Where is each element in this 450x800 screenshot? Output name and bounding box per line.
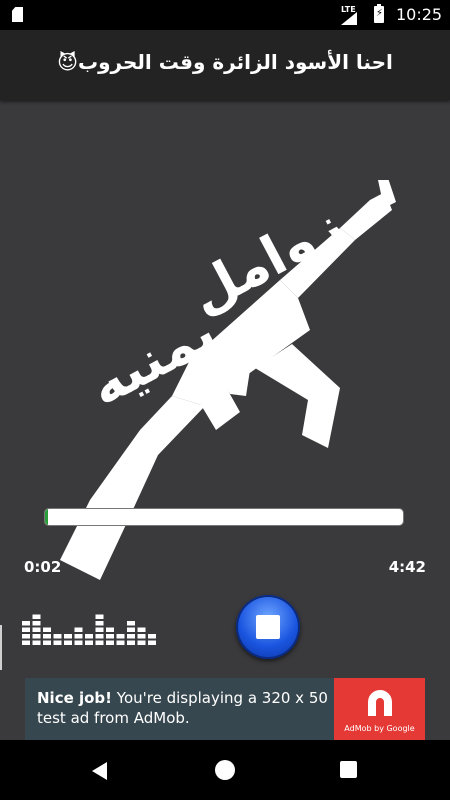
- equalizer-segment: [148, 634, 156, 639]
- equalizer-segment: [22, 634, 30, 639]
- equalizer-segment: [74, 640, 83, 645]
- equalizer-segment: [74, 627, 83, 632]
- equalizer-segment: [116, 634, 125, 639]
- equalizer-segment: [22, 621, 30, 626]
- sd-card-icon: [12, 7, 23, 22]
- elapsed-time: 0:02: [24, 558, 62, 576]
- equalizer-segment: [64, 634, 72, 639]
- ad-text: Nice job! You're displaying a 320 x 50 t…: [37, 688, 337, 728]
- equalizer-segment: [95, 627, 104, 632]
- seek-bar-fill: [45, 509, 48, 525]
- equalizer-segment: [74, 634, 83, 639]
- ad-logo-box: AdMob by Google: [334, 678, 425, 740]
- page-title: احنا الأسود الزائرة وقت الحروب😈: [57, 50, 393, 74]
- seek-bar[interactable]: [44, 508, 404, 526]
- equalizer-segment: [106, 640, 114, 645]
- recents-icon[interactable]: [340, 761, 357, 778]
- edge-handle: [0, 625, 2, 670]
- equalizer-segment: [43, 627, 51, 632]
- equalizer-segment: [85, 640, 93, 645]
- equalizer-segment: [22, 640, 30, 645]
- ad-brand: AdMob by Google: [344, 724, 415, 733]
- ad-banner[interactable]: Nice job! You're displaying a 320 x 50 t…: [25, 678, 425, 740]
- equalizer-segment: [43, 634, 51, 639]
- status-clock: 10:25: [396, 5, 443, 24]
- equalizer-segment: [95, 621, 104, 626]
- equalizer-segment: [53, 634, 62, 639]
- equalizer-segment: [32, 640, 41, 645]
- equalizer-segment: [137, 634, 146, 639]
- battery-charging-icon: ⚡: [374, 4, 384, 23]
- equalizer-segment: [95, 640, 104, 645]
- admob-logo-icon: [368, 690, 392, 716]
- equalizer-segment: [137, 627, 146, 632]
- status-bar: LTE ⚡ 10:25: [0, 0, 450, 30]
- equalizer-segment: [53, 640, 62, 645]
- equalizer-segment: [64, 640, 72, 645]
- equalizer-segment: [32, 621, 41, 626]
- title-bar: احنا الأسود الزائرة وقت الحروب😈: [0, 30, 450, 100]
- equalizer-segment: [137, 640, 146, 645]
- equalizer-segment: [127, 634, 135, 639]
- equalizer-icon: [22, 614, 156, 645]
- equalizer-segment: [95, 614, 104, 619]
- equalizer-segment: [95, 634, 104, 639]
- equalizer-segment: [148, 640, 156, 645]
- equalizer-segment: [32, 627, 41, 632]
- equalizer-segment: [127, 640, 135, 645]
- equalizer-segment: [106, 627, 114, 632]
- equalizer-segment: [127, 621, 135, 626]
- stop-button[interactable]: [236, 595, 300, 659]
- equalizer-segment: [22, 627, 30, 632]
- equalizer-segment: [85, 634, 93, 639]
- back-icon[interactable]: [92, 762, 107, 780]
- network-type-label: LTE: [341, 5, 356, 14]
- home-icon[interactable]: [215, 760, 235, 780]
- equalizer-segment: [32, 634, 41, 639]
- stop-icon: [256, 615, 280, 639]
- equalizer-segment: [32, 614, 41, 619]
- total-time: 4:42: [388, 558, 426, 576]
- equalizer-segment: [127, 627, 135, 632]
- ad-headline: Nice job!: [37, 689, 113, 707]
- equalizer-segment: [116, 640, 125, 645]
- equalizer-segment: [106, 634, 114, 639]
- equalizer-segment: [43, 640, 51, 645]
